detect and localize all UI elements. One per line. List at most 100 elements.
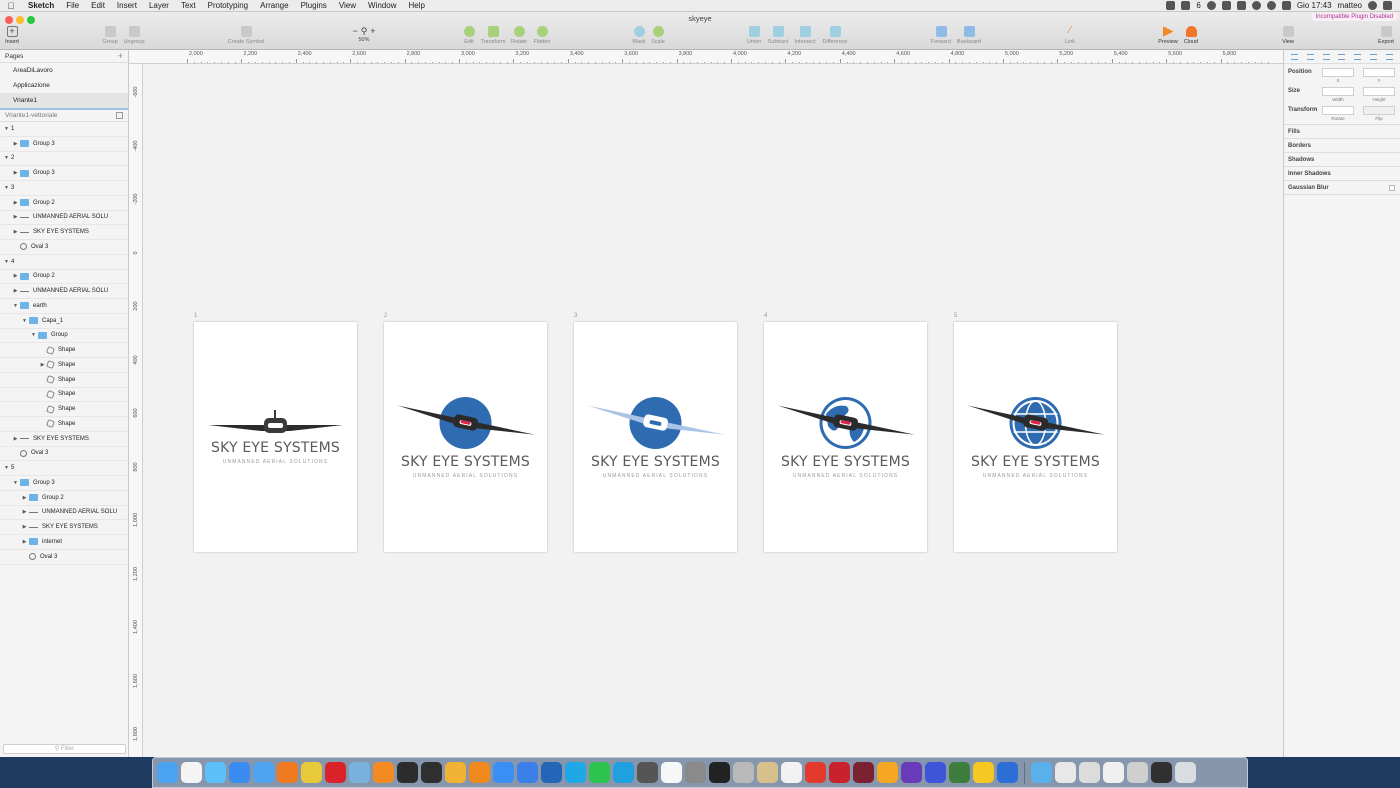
pages-icon[interactable] — [781, 762, 802, 783]
layer-row[interactable]: ▶ Group 2 — [0, 196, 128, 211]
photo-icon[interactable] — [421, 762, 442, 783]
check-status-icon[interactable] — [1206, 1, 1216, 10]
align-bottom-icon[interactable] — [1369, 53, 1377, 60]
monitor-icon[interactable] — [949, 762, 970, 783]
terminal-icon[interactable] — [709, 762, 730, 783]
layer-row[interactable]: ▶ Group 3 — [0, 137, 128, 152]
layer-row[interactable]: ▶ Group 2 — [0, 491, 128, 506]
sourcetree-icon[interactable] — [397, 762, 418, 783]
export-button[interactable]: Export — [1366, 26, 1400, 45]
battery-icon[interactable] — [1281, 1, 1291, 10]
photos-icon[interactable] — [877, 762, 898, 783]
disclosure-closed-icon[interactable]: ▶ — [20, 495, 29, 501]
disclosure-open-icon[interactable]: ▼ — [20, 318, 29, 324]
folder-icon[interactable] — [1031, 762, 1052, 783]
menu-plugins[interactable]: Plugins — [295, 1, 333, 10]
tasks-icon[interactable] — [973, 762, 994, 783]
whatsapp-icon[interactable] — [589, 762, 610, 783]
disclosure-open-icon[interactable]: ▼ — [2, 155, 11, 161]
mail-status-icon[interactable] — [1181, 1, 1191, 10]
menu-file[interactable]: File — [60, 1, 85, 10]
difference-button[interactable]: Difference — [815, 26, 855, 45]
skype-icon[interactable] — [565, 762, 586, 783]
distribute-icon[interactable] — [1385, 53, 1393, 60]
artboard-label[interactable]: 5 — [954, 313, 957, 319]
disclosure-open-icon[interactable]: ▼ — [2, 465, 11, 471]
spotlight-icon[interactable] — [1368, 1, 1377, 10]
pdf-icon[interactable] — [805, 762, 826, 783]
layer-row[interactable]: ▼ 1 — [0, 122, 128, 137]
view-button[interactable]: View — [1268, 26, 1308, 45]
menu-insert[interactable]: Insert — [111, 1, 143, 10]
menu-edit[interactable]: Edit — [85, 1, 111, 10]
layer-row[interactable]: ▶ internet — [0, 535, 128, 550]
borders-section[interactable]: Borders — [1284, 138, 1400, 152]
layer-row[interactable]: ▶ UNMANNED AERIAL SOLU — [0, 211, 128, 226]
disclosure-closed-icon[interactable]: ▶ — [20, 524, 29, 530]
keynote-icon[interactable] — [1127, 762, 1148, 783]
imovie-icon[interactable] — [901, 762, 922, 783]
cloud-status-icon[interactable] — [1221, 1, 1231, 10]
layer-row[interactable]: ▶ SKY EYE SYSTEMS — [0, 225, 128, 240]
page-item-applicazione[interactable]: Applicazione — [0, 78, 128, 93]
align-right-icon[interactable] — [1322, 53, 1330, 60]
y-field[interactable] — [1363, 68, 1395, 77]
xampp-icon[interactable] — [373, 762, 394, 783]
archive-icon[interactable] — [1079, 762, 1100, 783]
ftp-icon[interactable] — [733, 762, 754, 783]
menu-help[interactable]: Help — [402, 1, 430, 10]
sketch-icon[interactable] — [445, 762, 466, 783]
camera-icon[interactable] — [637, 762, 658, 783]
layer-row[interactable]: ▼ Group — [0, 329, 128, 344]
gaussian-blur-checkbox[interactable] — [1389, 184, 1395, 191]
layer-row[interactable]: ▼ earth — [0, 299, 128, 314]
apple-icon[interactable]:  — [0, 1, 22, 11]
layer-row[interactable]: ▶ Group 2 — [0, 270, 128, 285]
menu-window[interactable]: Window — [362, 1, 402, 10]
skype-business-icon[interactable] — [613, 762, 634, 783]
console-icon[interactable] — [1151, 762, 1172, 783]
zoom-out-icon[interactable]: − — [352, 26, 357, 37]
link-button[interactable]: ⁄ Link — [1050, 26, 1090, 46]
layer-row[interactable]: ▶ SKY EYE SYSTEMS — [0, 432, 128, 447]
layer-row[interactable]: ▶ UNMANNED AERIAL SOLU — [0, 284, 128, 299]
cloud-button[interactable]: Cloud — [1171, 26, 1211, 45]
align-left-icon[interactable] — [1291, 53, 1299, 60]
backward-button[interactable]: Backward — [949, 26, 989, 45]
disclosure-closed-icon[interactable]: ▶ — [11, 273, 20, 279]
disclosure-open-icon[interactable]: ▼ — [11, 303, 20, 309]
layer-row[interactable]: ▶ UNMANNED AERIAL SOLU — [0, 506, 128, 521]
disclosure-closed-icon[interactable]: ▶ — [20, 539, 29, 545]
artboard-3[interactable]: SKY EYE SYSTEMS UNMANNED AERIAL SOLUTIONS — [574, 322, 737, 552]
layer-row[interactable]: Shape — [0, 402, 128, 417]
plugin-warning-badge[interactable]: Incompatible Plugin Disabled — [1311, 13, 1397, 21]
menu-prototyping[interactable]: Prototyping — [202, 1, 254, 10]
x-field[interactable] — [1322, 68, 1354, 77]
disclosure-closed-icon[interactable]: ▶ — [11, 200, 20, 206]
timemachine-icon[interactable] — [1251, 1, 1261, 10]
system-prefs-icon[interactable] — [685, 762, 706, 783]
artboard-1[interactable]: SKY EYE SYSTEMS UNMANNED AERIAL SOLUTIONS — [194, 322, 357, 552]
layer-row[interactable]: ▼ Capa_1 — [0, 314, 128, 329]
textedit-icon[interactable] — [661, 762, 682, 783]
illustrator-icon[interactable] — [469, 762, 490, 783]
artboard-4[interactable]: SKY EYE SYSTEMS UNMANNED AERIAL SOLUTIONS — [764, 322, 927, 552]
insert-button[interactable]: + Insert — [0, 26, 32, 45]
safari-icon[interactable] — [253, 762, 274, 783]
create-symbol-button[interactable]: Create Symbol — [226, 26, 266, 45]
wifi-icon[interactable] — [1266, 1, 1276, 10]
disclosure-closed-icon[interactable]: ▶ — [11, 436, 20, 442]
maps-icon[interactable] — [517, 762, 538, 783]
affinity-icon[interactable] — [853, 762, 874, 783]
disclosure-open-icon[interactable]: ▼ — [2, 126, 11, 132]
artboard-2[interactable]: SKY EYE SYSTEMS UNMANNED AERIAL SOLUTIONS — [384, 322, 547, 552]
layer-row[interactable]: ▼ 2 — [0, 152, 128, 167]
acrobat-icon[interactable] — [829, 762, 850, 783]
ungroup-button[interactable]: Ungroup — [114, 26, 154, 45]
user-name[interactable]: matteo — [1338, 1, 1362, 10]
layer-row[interactable]: Shape — [0, 388, 128, 403]
fills-section[interactable]: Fills — [1284, 124, 1400, 138]
layer-row[interactable]: Oval 3 — [0, 447, 128, 462]
add-page-icon[interactable]: + — [118, 51, 123, 61]
artboard-label[interactable]: 1 — [194, 313, 197, 319]
